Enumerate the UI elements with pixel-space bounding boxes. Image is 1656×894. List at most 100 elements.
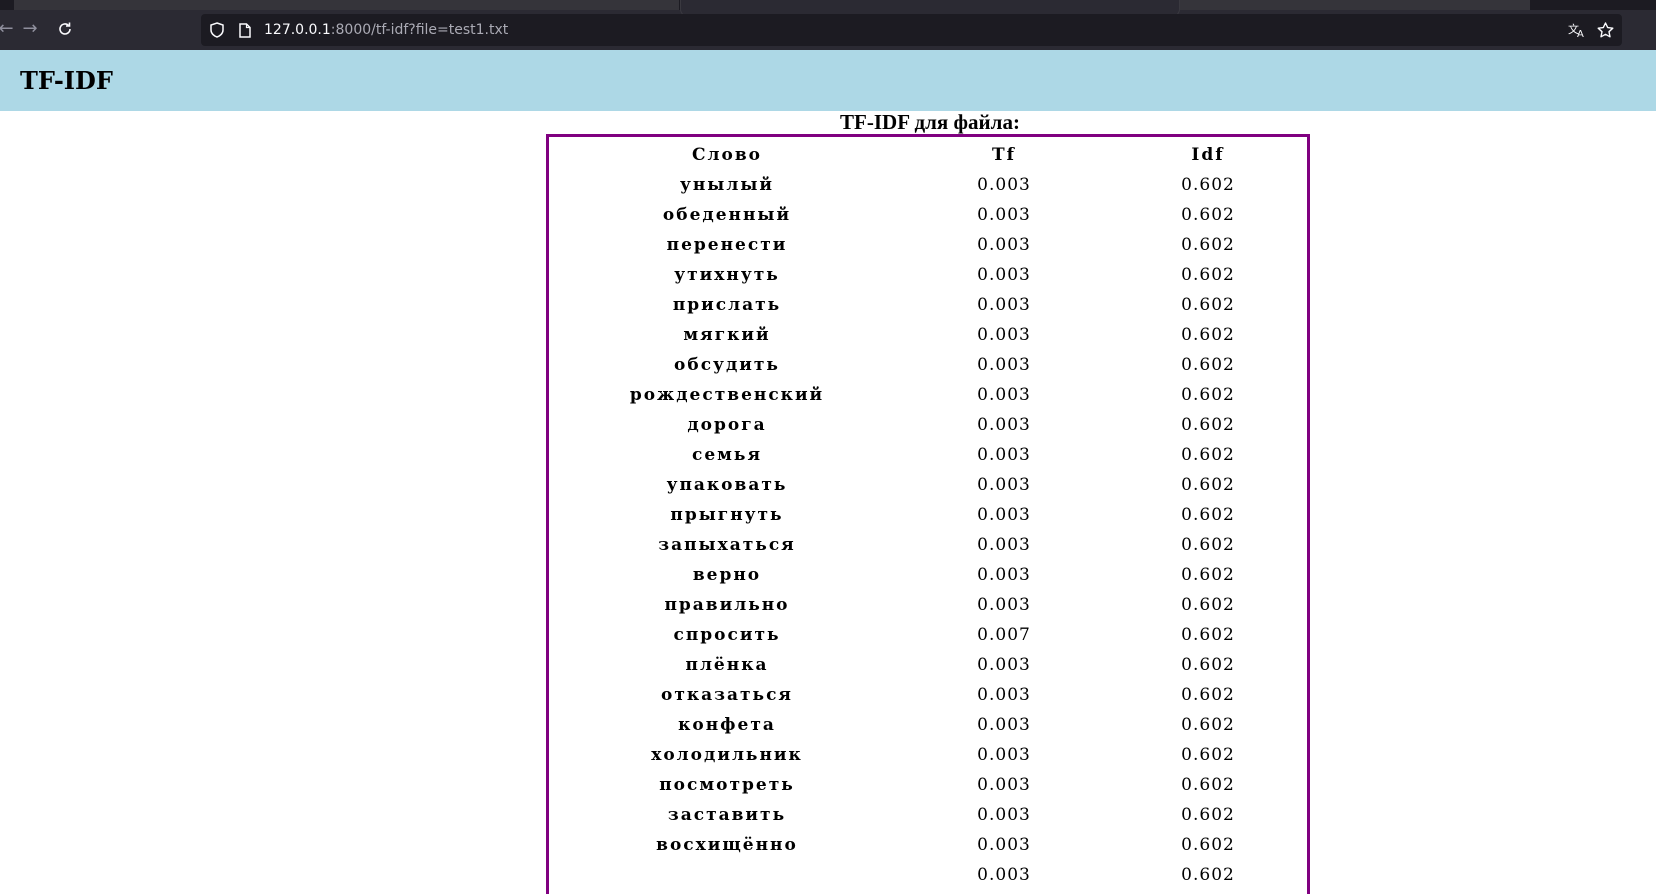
cell-idf: 0.602 (1181, 475, 1235, 495)
cell-idf: 0.602 (1181, 505, 1235, 525)
url-text[interactable]: 127.0.0.1:8000/tf-idf?file=test1.txt (264, 20, 508, 40)
svg-text:A: A (1577, 29, 1584, 38)
cell-idf: 0.602 (1181, 535, 1235, 555)
cell-word: прислать (672, 295, 782, 315)
table-caption: TF-IDF для файла: (840, 110, 1020, 134)
table-row: спросить 0.007 0.602 (552, 620, 1310, 650)
cell-idf: 0.602 (1181, 295, 1235, 315)
cell-idf: 0.602 (1181, 235, 1235, 255)
cell-word: перенести (666, 235, 788, 255)
table-row: верно 0.003 0.602 (552, 560, 1310, 590)
column-header-idf: Idf (1191, 145, 1225, 165)
cell-idf: 0.602 (1181, 415, 1235, 435)
cell-idf: 0.602 (1181, 835, 1235, 855)
cell-idf: 0.602 (1181, 595, 1235, 615)
cell-word: верно (692, 565, 762, 585)
table-row: заставить 0.003 0.602 (552, 800, 1310, 830)
cell-tf: 0.003 (977, 385, 1031, 405)
cell-tf: 0.007 (977, 625, 1031, 645)
table-header-row: Слово Tf Idf (552, 140, 1310, 170)
cell-tf: 0.003 (977, 175, 1031, 195)
cell-word: утихнуть (674, 265, 780, 285)
cell-word: правильно (664, 595, 790, 615)
cell-word: конфета (678, 715, 776, 735)
tab-inactive-left[interactable] (14, 0, 679, 10)
cell-tf: 0.003 (977, 685, 1031, 705)
table-row: посмотреть 0.003 0.602 (552, 770, 1310, 800)
table-row: прислать 0.003 0.602 (552, 290, 1310, 320)
cell-tf: 0.003 (977, 475, 1031, 495)
table-row: мягкий 0.003 0.602 (552, 320, 1310, 350)
table-row: прыгнуть 0.003 0.602 (552, 500, 1310, 530)
cell-word: унылый (679, 175, 774, 195)
cell-tf: 0.003 (977, 745, 1031, 765)
column-header-word: Слово (691, 145, 762, 165)
cell-word: обеденный (662, 205, 792, 225)
cell-word: восхищённо (656, 835, 798, 855)
table-row: семья 0.003 0.602 (552, 440, 1310, 470)
cell-tf: 0.003 (977, 535, 1031, 555)
cell-tf: 0.003 (977, 355, 1031, 375)
cell-tf: 0.003 (977, 805, 1031, 825)
table-row: запыхаться 0.003 0.602 (552, 530, 1310, 560)
forward-arrow-icon[interactable]: → (18, 17, 42, 41)
cell-word: запыхаться (658, 535, 796, 555)
table-row: обеденный 0.003 0.602 (552, 200, 1310, 230)
table-body: унылый 0.003 0.602 обеденный 0.003 0.602 пер… (552, 170, 1310, 890)
reload-icon[interactable] (53, 17, 77, 41)
cell-idf: 0.602 (1181, 715, 1235, 735)
table-row: упаковать 0.003 0.602 (552, 470, 1310, 500)
tfidf-table-frame: Слово Tf Idf унылый 0.003 0.602 обеденный 0… (546, 134, 1310, 894)
table-row: правильно 0.003 0.602 (552, 590, 1310, 620)
back-arrow-icon[interactable]: ← (0, 17, 18, 41)
cell-tf: 0.003 (977, 595, 1031, 615)
cell-word: холодильник (651, 745, 803, 765)
cell-tf: 0.003 (977, 325, 1031, 345)
cell-tf: 0.003 (977, 505, 1031, 525)
cell-tf: 0.003 (977, 235, 1031, 255)
table-row: восхищённо 0.003 0.602 (552, 830, 1310, 860)
cell-idf: 0.602 (1181, 625, 1235, 645)
cell-idf: 0.602 (1181, 775, 1235, 795)
browser-toolbar: ← → 127.0.0.1:8000/tf-idf?file=test1.txt… (0, 0, 1656, 50)
cell-idf: 0.602 (1181, 805, 1235, 825)
cell-word: дорога (687, 415, 767, 435)
shield-icon[interactable] (207, 20, 227, 40)
url-host: 127.0.0.1 (264, 22, 331, 38)
page-icon[interactable] (235, 20, 255, 40)
table-row: конфета 0.003 0.602 (552, 710, 1310, 740)
cell-tf: 0.003 (977, 655, 1031, 675)
cell-tf: 0.003 (977, 295, 1031, 315)
table-row: 0.003 0.602 (552, 860, 1310, 890)
cell-tf: 0.003 (977, 415, 1031, 435)
address-bar[interactable]: 127.0.0.1:8000/tf-idf?file=test1.txt 文 A (201, 14, 1622, 46)
column-header-tf: Tf (992, 145, 1016, 165)
tab-inactive-right[interactable] (1180, 0, 1530, 10)
cell-tf: 0.003 (977, 205, 1031, 225)
table-row: унылый 0.003 0.602 (552, 170, 1310, 200)
tfidf-table: Слово Tf Idf унылый 0.003 0.602 обеденный 0… (552, 140, 1310, 890)
cell-word: заставить (667, 805, 787, 825)
cell-idf: 0.602 (1181, 205, 1235, 225)
cell-tf: 0.003 (977, 775, 1031, 795)
table-row: отказаться 0.003 0.602 (552, 680, 1310, 710)
site-title: TF-IDF (20, 66, 113, 95)
translate-icon[interactable]: 文 A (1567, 20, 1587, 40)
cell-word: упаковать (666, 475, 788, 495)
site-header: TF-IDF (0, 50, 1656, 111)
cell-idf: 0.602 (1181, 745, 1235, 765)
cell-tf: 0.003 (977, 265, 1031, 285)
table-row: плёнка 0.003 0.602 (552, 650, 1310, 680)
cell-idf: 0.602 (1181, 865, 1235, 885)
cell-idf: 0.602 (1181, 325, 1235, 345)
cell-idf: 0.602 (1181, 175, 1235, 195)
cell-word: плёнка (685, 655, 769, 675)
table-row: обсудить 0.003 0.602 (552, 350, 1310, 380)
cell-tf: 0.003 (977, 565, 1031, 585)
table-row: холодильник 0.003 0.602 (552, 740, 1310, 770)
url-path: :8000/tf-idf?file=test1.txt (330, 22, 509, 38)
cell-word: рождественский (629, 385, 825, 405)
bookmark-star-icon[interactable] (1595, 20, 1615, 40)
cell-word: посмотреть (659, 775, 795, 795)
cell-idf: 0.602 (1181, 355, 1235, 375)
